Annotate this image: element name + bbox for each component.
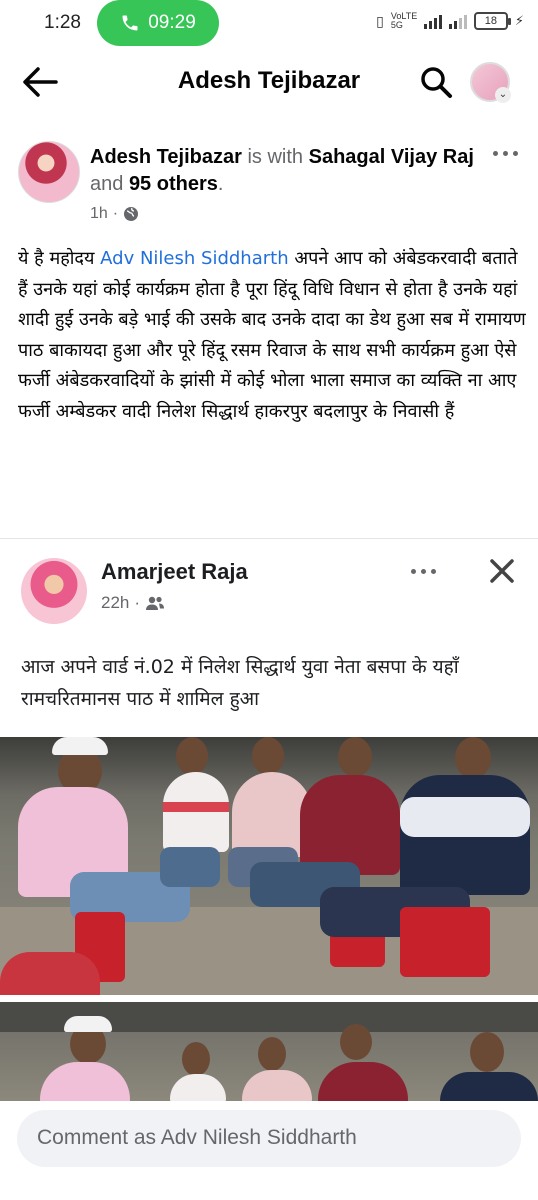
separator-dot: · bbox=[134, 593, 141, 612]
shared-post-card[interactable]: Amarjeet Raja 22h · आज अपने वार्ड नं.02 … bbox=[0, 538, 538, 1101]
post-text-start: ये है महोदय bbox=[18, 248, 95, 269]
post-meta: 1h · bbox=[90, 205, 139, 223]
profile-avatar-button[interactable]: ⌄ bbox=[470, 62, 511, 103]
others-link[interactable]: 95 others bbox=[129, 173, 218, 195]
comment-input[interactable]: Comment as Adv Nilesh Siddharth bbox=[17, 1110, 521, 1167]
post-body: ये है महोदय Adv Nilesh Siddharth अपने आप… bbox=[18, 244, 528, 427]
author-name[interactable]: Adesh Tejibazar bbox=[90, 146, 242, 168]
tagged-person[interactable]: Sahagal Vijay Raj bbox=[309, 146, 474, 168]
search-icon[interactable] bbox=[418, 64, 454, 100]
post-more-options-icon[interactable] bbox=[493, 146, 523, 160]
period: . bbox=[217, 173, 224, 195]
globe-icon bbox=[124, 207, 139, 221]
signal-icon-2 bbox=[448, 13, 467, 29]
page-title: Adesh Tejibazar bbox=[177, 67, 361, 94]
close-icon[interactable] bbox=[486, 555, 518, 587]
app-header: Adesh Tejibazar ⌄ bbox=[0, 50, 538, 114]
post-header-text: Adesh Tejibazar is with Sahagal Vijay Ra… bbox=[90, 144, 480, 198]
status-time: 1:28 bbox=[44, 12, 81, 33]
phone-icon bbox=[122, 15, 138, 31]
author-avatar[interactable] bbox=[18, 141, 80, 203]
shared-more-options-icon[interactable] bbox=[411, 569, 436, 574]
post-photo-2[interactable] bbox=[0, 1002, 538, 1101]
battery-level: 18 bbox=[484, 15, 497, 27]
post-photo-1[interactable] bbox=[0, 737, 538, 995]
call-timer: 09:29 bbox=[148, 12, 196, 33]
comment-placeholder: Comment as Adv Nilesh Siddharth bbox=[37, 1126, 357, 1149]
status-icons: ▯ VoLTE 5G 18 ⚡ bbox=[376, 12, 524, 30]
and-text: and bbox=[90, 173, 124, 195]
signal-icon bbox=[423, 13, 442, 29]
shared-post-time[interactable]: 22h bbox=[101, 593, 129, 613]
shared-post-meta: 22h · bbox=[101, 593, 165, 613]
shared-post-text: आज अपने वार्ड नं.02 में निलेश सिद्धार्थ … bbox=[21, 656, 459, 710]
status-bar: 1:28 09:29 ▯ VoLTE 5G 18 ⚡ bbox=[0, 0, 538, 48]
charging-icon: ⚡ bbox=[514, 13, 524, 28]
post-time[interactable]: 1h bbox=[90, 205, 108, 223]
separator-dot: · bbox=[112, 205, 119, 222]
ongoing-call-pill[interactable]: 09:29 bbox=[97, 0, 219, 46]
friends-icon bbox=[146, 596, 165, 610]
network-label: VoLTE 5G bbox=[390, 11, 418, 30]
with-text: is with bbox=[247, 146, 304, 168]
bottom-spacer bbox=[0, 1188, 538, 1200]
vibrate-icon: ▯ bbox=[376, 12, 384, 29]
shared-author-avatar[interactable] bbox=[21, 558, 87, 624]
battery-icon: 18 bbox=[473, 12, 511, 30]
shared-author-name[interactable]: Amarjeet Raja bbox=[101, 559, 248, 585]
chevron-down-icon: ⌄ bbox=[495, 87, 511, 103]
post-text-rest: अपने आप को अंबेडकरवादी बताते हैं उनके यह… bbox=[18, 248, 526, 422]
mention-link[interactable]: Adv Nilesh Siddharth bbox=[100, 248, 288, 269]
